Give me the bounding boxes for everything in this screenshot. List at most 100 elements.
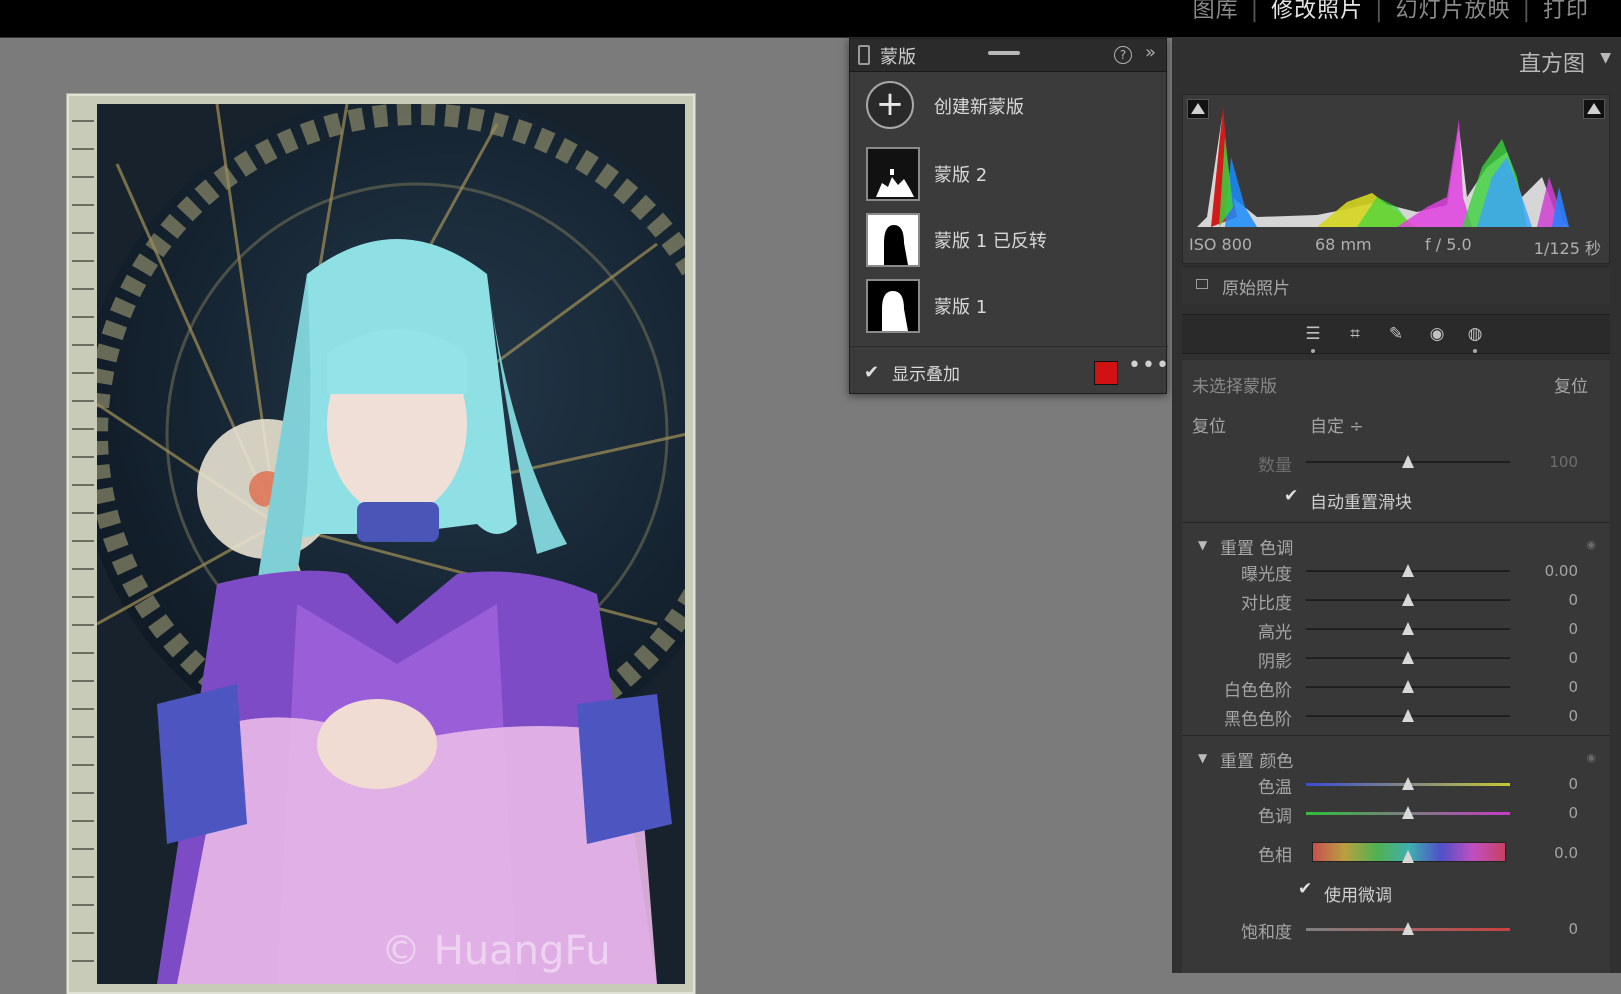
highlights-slider-thumb[interactable] bbox=[1402, 622, 1414, 635]
auto-reset-label: 自动重置滑块 bbox=[1310, 493, 1412, 513]
mask-panel-header[interactable]: 蒙版 ? » bbox=[850, 39, 1166, 72]
original-photo-row[interactable]: 原始照片 bbox=[1182, 266, 1610, 304]
module-print[interactable]: 打印 bbox=[1543, 0, 1589, 23]
mask-item-1-inverted[interactable]: 蒙版 1 已反转 bbox=[850, 207, 1168, 273]
mask-icon[interactable]: ◍ bbox=[1464, 323, 1486, 345]
module-picker: 图库 | 修改照片 | 幻灯片放映 | 打印 bbox=[1193, 0, 1589, 24]
whites-slider-thumb[interactable] bbox=[1402, 680, 1414, 693]
exif-iso: ISO 800 bbox=[1189, 235, 1253, 254]
histogram-header[interactable]: 直方图 ▼ bbox=[1172, 38, 1621, 84]
histogram-title: 直方图 bbox=[1518, 52, 1585, 77]
shadows-slider-thumb[interactable] bbox=[1402, 651, 1414, 664]
mask-shape-icon bbox=[868, 215, 918, 265]
mask-item-1[interactable]: 蒙版 1 bbox=[850, 273, 1168, 339]
redeye-icon[interactable]: ◉ bbox=[1426, 323, 1448, 345]
drag-handle-icon[interactable] bbox=[988, 51, 1020, 55]
highlights-value[interactable]: 0 bbox=[1528, 620, 1578, 638]
saturation-value[interactable]: 0 bbox=[1528, 920, 1578, 938]
mask-panel-title: 蒙版 bbox=[880, 47, 916, 68]
whites-label: 白色色阶 bbox=[1224, 681, 1292, 701]
collapse-arrow-icon[interactable]: ▼ bbox=[1600, 50, 1611, 66]
crop-icon[interactable]: ⌗ bbox=[1344, 323, 1366, 345]
eye-icon[interactable]: ◉ bbox=[1586, 751, 1596, 764]
disclosure-triangle-icon[interactable]: ▼ bbox=[1198, 538, 1207, 552]
no-mask-label: 未选择蒙版 bbox=[1192, 377, 1277, 397]
amount-slider-thumb[interactable] bbox=[1402, 455, 1414, 468]
tint-slider-thumb[interactable] bbox=[1402, 806, 1414, 819]
show-overlay-checkbox[interactable]: ✔ bbox=[864, 362, 879, 383]
more-options-icon[interactable]: ••• bbox=[1128, 353, 1170, 378]
exif-shutter: 1/125 秒 bbox=[1533, 239, 1601, 258]
mask-item-2[interactable]: 蒙版 2 bbox=[850, 141, 1168, 207]
color-section-title[interactable]: 重置 颜色 bbox=[1220, 747, 1293, 772]
help-icon[interactable]: ? bbox=[1114, 46, 1132, 64]
amount-value[interactable]: 100 bbox=[1528, 453, 1578, 471]
collapse-icon[interactable]: » bbox=[1145, 42, 1156, 63]
mask-shape-icon bbox=[868, 281, 918, 331]
auto-reset-checkbox[interactable]: ✔ bbox=[1284, 486, 1298, 506]
disclosure-triangle-icon[interactable]: ▼ bbox=[1198, 751, 1207, 765]
amount-label: 数量 bbox=[1258, 456, 1292, 476]
histogram-graph bbox=[1197, 107, 1569, 227]
original-photo-checkbox[interactable] bbox=[1196, 279, 1208, 289]
create-new-mask[interactable]: + 创建新蒙版 bbox=[850, 73, 1168, 139]
contrast-value[interactable]: 0 bbox=[1528, 591, 1578, 609]
mask-adjustments: 未选择蒙版 复位 复位 自定 ÷ 数量 100 ✔ 自动重置滑块 ▼ 重置 色调… bbox=[1182, 360, 1610, 973]
module-library[interactable]: 图库 bbox=[1193, 0, 1239, 23]
tint-value[interactable]: 0 bbox=[1528, 804, 1578, 822]
original-photo-label: 原始照片 bbox=[1222, 279, 1290, 299]
eye-icon[interactable]: ◉ bbox=[1586, 538, 1596, 551]
contrast-label: 对比度 bbox=[1241, 594, 1292, 614]
hue-label: 色相 bbox=[1258, 846, 1292, 866]
mask-thumbnail[interactable] bbox=[866, 213, 920, 267]
exif-focal: 68 mm bbox=[1315, 235, 1372, 254]
contrast-slider-thumb[interactable] bbox=[1402, 593, 1414, 606]
exposure-slider-thumb[interactable] bbox=[1402, 564, 1414, 577]
saturation-label: 饱和度 bbox=[1241, 923, 1292, 943]
tone-section-title[interactable]: 重置 色调 bbox=[1220, 534, 1293, 559]
sliders-icon[interactable]: ☰ bbox=[1302, 323, 1324, 345]
temp-value[interactable]: 0 bbox=[1528, 775, 1578, 793]
plus-icon[interactable]: + bbox=[866, 81, 914, 129]
highlights-label: 高光 bbox=[1258, 623, 1292, 643]
heal-icon[interactable]: ✎ bbox=[1385, 323, 1407, 345]
whites-value[interactable]: 0 bbox=[1528, 678, 1578, 696]
mask-label: 蒙版 2 bbox=[934, 165, 988, 186]
module-slideshow[interactable]: 幻灯片放映 bbox=[1396, 0, 1511, 23]
photo-frame[interactable]: © HuangFu bbox=[67, 94, 695, 994]
module-develop[interactable]: 修改照片 bbox=[1271, 0, 1363, 23]
photo-watermark: © HuangFu bbox=[381, 928, 611, 974]
reset-button-top[interactable]: 复位 bbox=[1554, 372, 1588, 397]
exposure-label: 曝光度 bbox=[1241, 565, 1292, 585]
panel-grip-icon[interactable] bbox=[858, 45, 870, 65]
tool-indicator-dot bbox=[1311, 349, 1315, 353]
saturation-slider-thumb[interactable] bbox=[1402, 922, 1414, 935]
photo-image[interactable] bbox=[97, 104, 685, 984]
temp-label: 色温 bbox=[1258, 778, 1292, 798]
mask-thumbnail[interactable] bbox=[866, 279, 920, 333]
fine-adjust-checkbox[interactable]: ✔ bbox=[1298, 879, 1312, 899]
hue-slider-thumb[interactable] bbox=[1402, 850, 1414, 863]
blacks-value[interactable]: 0 bbox=[1528, 707, 1578, 725]
shadows-value[interactable]: 0 bbox=[1528, 649, 1578, 667]
module-separator: | bbox=[1522, 0, 1531, 23]
temp-slider-thumb[interactable] bbox=[1402, 777, 1414, 790]
show-overlay-label: 显示叠加 bbox=[892, 365, 960, 385]
mask-label: 蒙版 1 已反转 bbox=[934, 231, 1047, 252]
module-separator: | bbox=[1250, 0, 1260, 23]
preset-select[interactable]: 自定 ÷ bbox=[1310, 412, 1364, 437]
tint-label: 色调 bbox=[1258, 807, 1292, 827]
photo-illustration bbox=[97, 104, 685, 984]
top-bar: 图库 | 修改照片 | 幻灯片放映 | 打印 bbox=[0, 0, 1621, 38]
module-separator: | bbox=[1375, 0, 1384, 23]
hue-value[interactable]: 0.0 bbox=[1528, 844, 1578, 862]
blacks-slider-thumb[interactable] bbox=[1402, 709, 1414, 722]
mask-thumbnail[interactable] bbox=[866, 147, 920, 201]
right-panel: 直方图 ▼ ISO 800 68 mm f / 5.0 1/125 秒 原始照片 bbox=[1172, 38, 1621, 973]
histogram[interactable]: ISO 800 68 mm f / 5.0 1/125 秒 bbox=[1182, 94, 1610, 264]
section-divider bbox=[1182, 522, 1610, 523]
exposure-value[interactable]: 0.00 bbox=[1528, 562, 1578, 580]
reset-label[interactable]: 复位 bbox=[1192, 412, 1226, 437]
fine-adjust-label: 使用微调 bbox=[1324, 886, 1392, 906]
overlay-color-swatch[interactable] bbox=[1094, 361, 1118, 385]
